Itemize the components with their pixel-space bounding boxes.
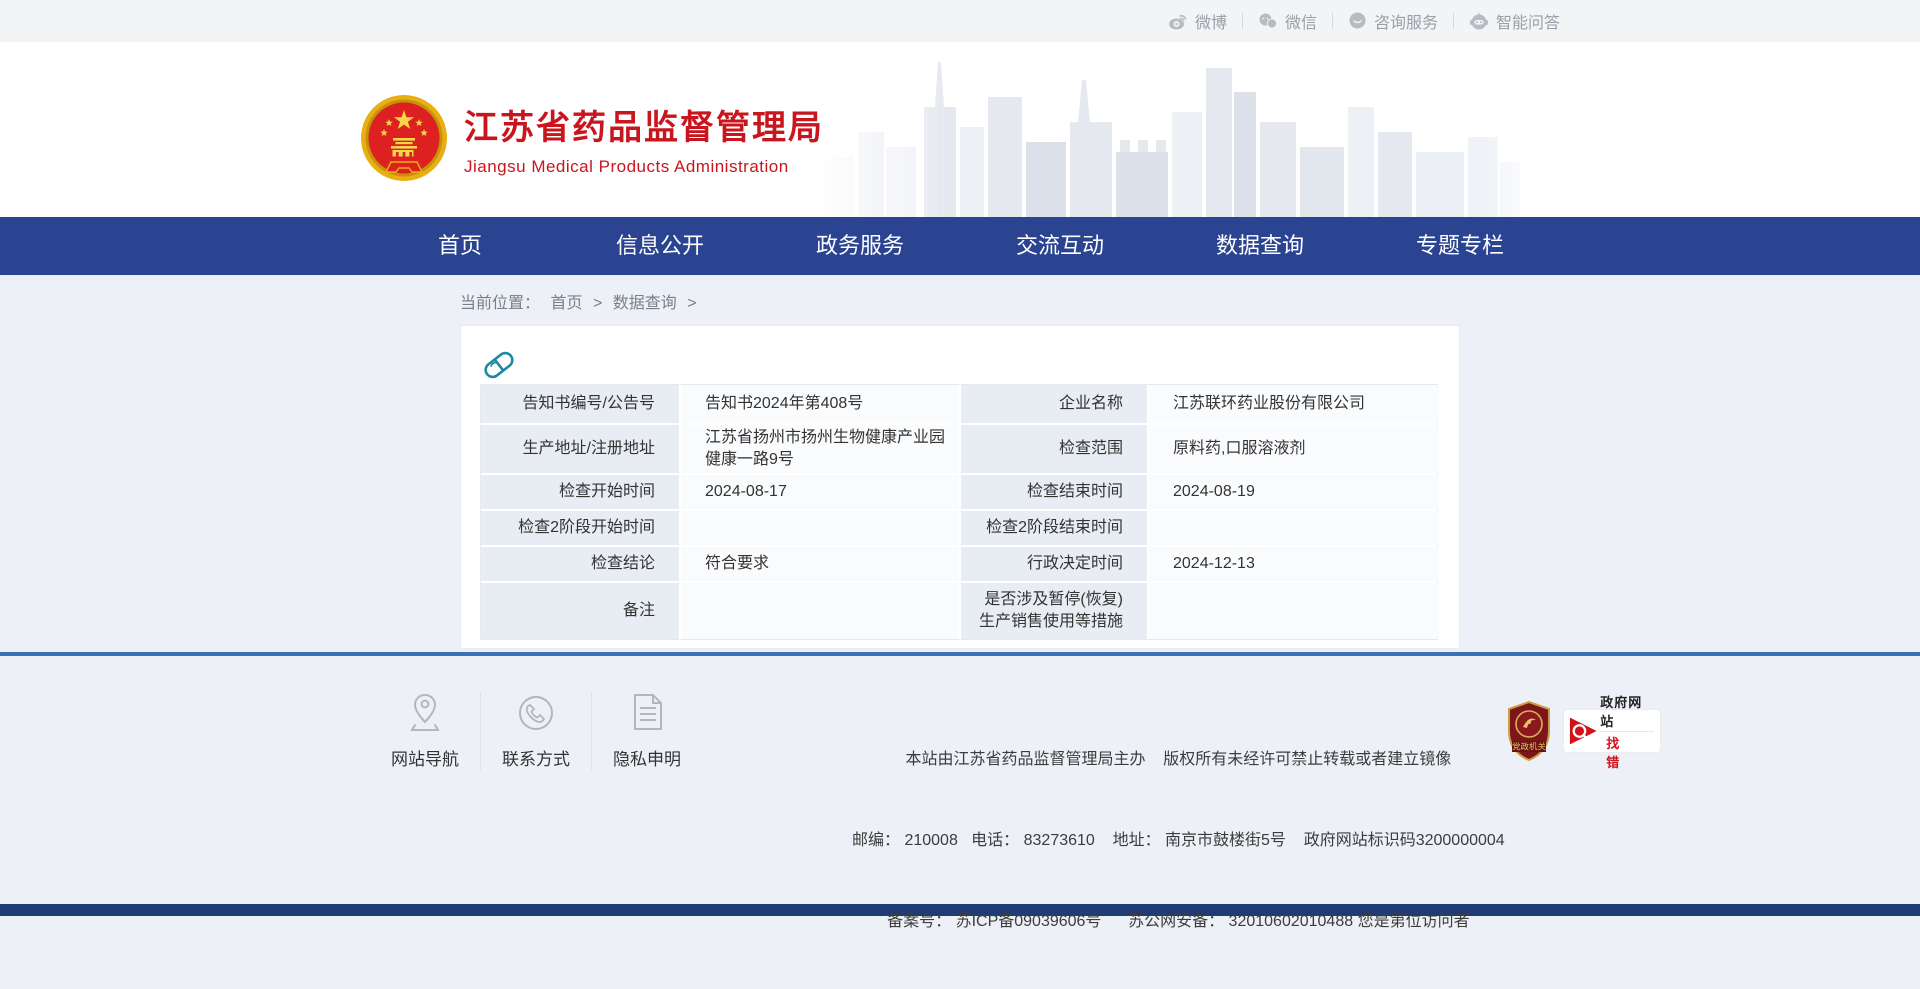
main-content: 当前位置： 首页 > 数据查询 > 告知书编号/公告号 告知书2024年第408… — [0, 275, 1920, 652]
field-value-notice-number: 告知书2024年第408号 — [681, 385, 959, 423]
site-header: 江苏省药品监督管理局 Jiangsu Medical Products Admi… — [0, 42, 1920, 217]
nav-item-gov-services[interactable]: 政务服务 — [760, 217, 960, 275]
inspection-detail-table: 告知书编号/公告号 告知书2024年第408号 企业名称 江苏联环药业股份有限公… — [480, 384, 1438, 640]
footer-links: 网站导航 联系方式 — [370, 692, 702, 770]
site-title: 江苏省药品监督管理局 — [464, 100, 824, 149]
footer-link-sitemap[interactable]: 网站导航 — [370, 692, 480, 770]
field-label-address: 生产地址/注册地址 — [481, 425, 679, 473]
footer-link-label: 隐私申明 — [613, 745, 681, 770]
footer-link-privacy[interactable]: 隐私申明 — [591, 692, 702, 770]
footer-link-label: 联系方式 — [502, 745, 570, 770]
map-pin-icon — [407, 692, 443, 732]
error-badge-top-label: 政府网站 — [1600, 692, 1653, 730]
footer-line-3: 备案号： 苏ICP备09039606号 苏公网安备： 3201060201048… — [852, 908, 1505, 935]
party-gov-shield-badge[interactable]: 党政机关 — [1505, 700, 1553, 762]
pill-icon — [480, 346, 518, 384]
site-logo[interactable]: 江苏省药品监督管理局 Jiangsu Medical Products Admi… — [360, 94, 824, 182]
shield-badge-label: 党政机关 — [1512, 742, 1547, 752]
page: 微博 微信 咨询服务 智能问答 — [0, 0, 1920, 916]
site-subtitle: Jiangsu Medical Products Administration — [464, 157, 824, 177]
footer-link-label: 网站导航 — [391, 745, 459, 770]
field-value-phase2-start — [681, 511, 959, 545]
field-value-conclusion: 符合要求 — [681, 547, 959, 581]
field-value-decision-date: 2024-12-13 — [1149, 547, 1439, 581]
wechat-icon — [1258, 12, 1278, 30]
weibo-icon — [1168, 12, 1188, 30]
topbar-item-label: 微信 — [1285, 9, 1317, 33]
nav-item-info-disclosure[interactable]: 信息公开 — [560, 217, 760, 275]
breadcrumb-home[interactable]: 首页 — [550, 295, 582, 312]
footer-badges: 党政机关 政府网站 找 错 — [1505, 700, 1661, 762]
topbar-item-weibo[interactable]: 微博 — [1168, 9, 1227, 33]
topbar-item-label: 咨询服务 — [1374, 9, 1438, 33]
footer: 网站导航 联系方式 — [0, 656, 1920, 904]
field-value-address: 江苏省扬州市扬州生物健康产业园健康一路9号 — [681, 425, 959, 473]
error-report-magnifier-icon — [1568, 715, 1599, 747]
field-value-end-date: 2024-08-19 — [1149, 475, 1439, 509]
main-nav: 首页 信息公开 政务服务 交流互动 数据查询 专题专栏 — [0, 217, 1920, 275]
document-icon — [630, 692, 664, 732]
robot-icon — [1469, 12, 1489, 30]
footer-line-1: 本站由江苏省药品监督管理局主办 版权所有未经许可禁止转载或者建立镜像 — [852, 746, 1505, 773]
breadcrumb-prefix: 当前位置： — [460, 295, 540, 312]
field-value-phase2-end — [1149, 511, 1439, 545]
topbar-separator — [1242, 13, 1243, 29]
field-label-remarks: 备注 — [481, 583, 679, 639]
field-label-decision-date: 行政决定时间 — [961, 547, 1147, 581]
field-value-suspension-measures — [1149, 583, 1439, 639]
breadcrumb-separator: > — [593, 295, 602, 312]
nav-item-data-query[interactable]: 数据查询 — [1160, 217, 1360, 275]
topbar-item-qa[interactable]: 智能问答 — [1469, 9, 1560, 33]
breadcrumb: 当前位置： 首页 > 数据查询 > — [460, 275, 1460, 325]
field-label-phase2-end: 检查2阶段结束时间 — [961, 511, 1147, 545]
nav-item-interaction[interactable]: 交流互动 — [960, 217, 1160, 275]
phone-icon — [517, 692, 555, 732]
error-badge-bottom-label: 找 错 — [1600, 731, 1653, 771]
topbar-separator — [1453, 13, 1454, 29]
nav-item-special-topics[interactable]: 专题专栏 — [1360, 217, 1560, 275]
field-label-inspection-scope: 检查范围 — [961, 425, 1147, 473]
field-label-notice-number: 告知书编号/公告号 — [481, 385, 679, 423]
breadcrumb-data-query[interactable]: 数据查询 — [613, 295, 677, 312]
field-label-phase2-start: 检查2阶段开始时间 — [481, 511, 679, 545]
topbar: 微博 微信 咨询服务 智能问答 — [0, 0, 1920, 42]
field-value-start-date: 2024-08-17 — [681, 475, 959, 509]
footer-text: 本站由江苏省药品监督管理局主办 版权所有未经许可禁止转载或者建立镜像 邮编： 2… — [852, 692, 1505, 989]
topbar-separator — [1332, 13, 1333, 29]
city-skyline-illustration — [820, 52, 1520, 217]
field-value-inspection-scope: 原料药,口服溶液剂 — [1149, 425, 1439, 473]
field-label-suspension-measures: 是否涉及暂停(恢复)生产销售使用等措施 — [961, 583, 1147, 639]
footer-link-contact[interactable]: 联系方式 — [480, 692, 591, 770]
field-label-end-date: 检查结束时间 — [961, 475, 1147, 509]
topbar-item-label: 微博 — [1195, 9, 1227, 33]
field-value-remarks — [681, 583, 959, 639]
topbar-item-label: 智能问答 — [1496, 9, 1560, 33]
field-value-company-name: 江苏联环药业股份有限公司 — [1149, 385, 1439, 423]
chat-bubble-icon — [1348, 12, 1367, 30]
field-label-company-name: 企业名称 — [961, 385, 1147, 423]
topbar-item-consult[interactable]: 咨询服务 — [1348, 9, 1438, 33]
inspection-detail-card: 告知书编号/公告号 告知书2024年第408号 企业名称 江苏联环药业股份有限公… — [460, 325, 1460, 649]
nav-item-home[interactable]: 首页 — [360, 217, 560, 275]
field-label-conclusion: 检查结论 — [481, 547, 679, 581]
footer-line-2: 邮编： 210008 电话： 83273610 地址： 南京市鼓楼街5号 政府网… — [852, 827, 1505, 854]
national-emblem-icon — [360, 94, 448, 182]
field-label-start-date: 检查开始时间 — [481, 475, 679, 509]
topbar-item-wechat[interactable]: 微信 — [1258, 9, 1317, 33]
site-error-report-badge[interactable]: 政府网站 找 错 — [1563, 709, 1661, 753]
breadcrumb-separator: > — [687, 295, 696, 312]
